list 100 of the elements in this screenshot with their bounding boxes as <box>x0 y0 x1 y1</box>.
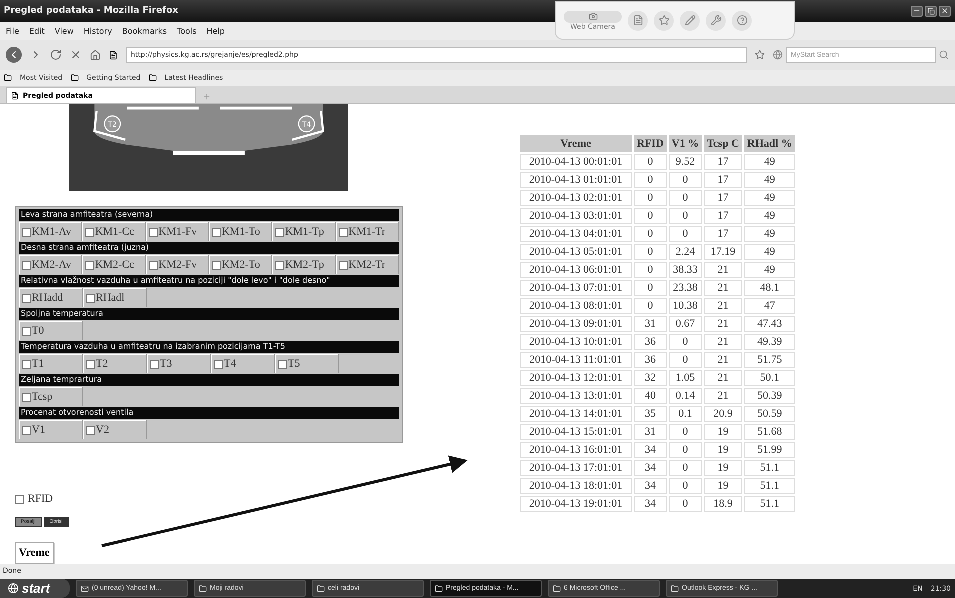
reload-icon[interactable] <box>50 49 62 61</box>
checkbox-option[interactable]: KM1-Fv <box>146 222 209 241</box>
checkbox[interactable] <box>22 326 31 336</box>
checkbox[interactable] <box>22 260 31 270</box>
checkbox-option[interactable]: KM2-Cc <box>82 255 146 274</box>
table-cell: 18.9 <box>704 496 742 512</box>
checkbox-option[interactable]: KM2-Fv <box>146 255 209 274</box>
rfid-option[interactable]: RFID <box>15 493 54 505</box>
checkbox[interactable] <box>148 228 158 236</box>
table-cell: 0 <box>634 208 667 224</box>
checkbox-option[interactable]: T1 <box>19 354 83 373</box>
menu-item[interactable]: File <box>6 26 20 36</box>
wrench-button[interactable] <box>706 10 726 30</box>
pencil-icon[interactable] <box>684 15 696 26</box>
mail-icon[interactable] <box>81 584 89 592</box>
checkbox-option[interactable]: T0 <box>19 321 83 340</box>
table-cell: 51.1 <box>744 478 796 494</box>
checkbox[interactable] <box>22 294 31 302</box>
checkbox-option[interactable]: KM1-To <box>208 222 272 241</box>
help-icon[interactable] <box>736 15 748 26</box>
stop-icon[interactable] <box>70 49 82 61</box>
table-cell: 2010-04-13 03:01:01 <box>520 208 632 224</box>
sort-button[interactable]: Vreme <box>15 542 54 564</box>
checkbox[interactable] <box>278 360 287 368</box>
table-cell: 34 <box>634 442 667 458</box>
table-cell: 51.99 <box>744 442 796 458</box>
checkbox[interactable] <box>86 360 95 368</box>
checkbox[interactable] <box>85 260 94 270</box>
menu-item[interactable]: Edit <box>29 26 45 36</box>
checkbox-option[interactable]: RHadd <box>19 288 83 307</box>
table-cell: 0 <box>668 226 702 242</box>
document-button[interactable] <box>628 10 648 30</box>
pencil-button[interactable] <box>680 10 700 30</box>
checkbox-option[interactable]: V2 <box>83 420 147 439</box>
checkbox-option[interactable]: KM1-Cc <box>82 222 146 241</box>
checkbox[interactable] <box>338 260 348 270</box>
restore-button[interactable] <box>925 6 937 16</box>
checkbox-option[interactable]: V1 <box>19 420 83 439</box>
table-cell: 0 <box>634 172 667 188</box>
star-icon[interactable] <box>755 50 765 60</box>
checkbox-option[interactable]: RHadl <box>83 288 147 307</box>
checkbox[interactable] <box>212 260 221 270</box>
checkbox-option[interactable]: T5 <box>275 354 339 373</box>
checkbox-option[interactable]: KM2-Tr <box>336 255 399 274</box>
checkbox[interactable] <box>338 228 348 236</box>
star-icon[interactable] <box>658 15 670 26</box>
checkbox-option[interactable]: KM2-Av <box>19 255 82 274</box>
restore-icon[interactable] <box>928 8 934 14</box>
help-button[interactable] <box>732 10 752 30</box>
checkbox-option[interactable]: KM1-Tp <box>272 222 336 241</box>
menu-item[interactable]: Bookmarks <box>122 26 168 36</box>
checkbox-option[interactable]: KM2-To <box>208 255 272 274</box>
checkbox[interactable] <box>275 228 284 236</box>
checkbox[interactable] <box>275 260 284 270</box>
table-cell: 2010-04-13 07:01:01 <box>520 280 632 296</box>
folder-icon[interactable] <box>199 584 207 592</box>
checkbox[interactable] <box>22 360 31 368</box>
home-icon[interactable] <box>90 50 101 60</box>
checkbox-option[interactable]: Tcsp <box>19 387 83 406</box>
star-button[interactable] <box>654 10 674 30</box>
checkbox[interactable] <box>86 294 95 302</box>
menu-item[interactable]: Help <box>206 26 226 36</box>
table-cell: 2010-04-13 19:01:01 <box>520 496 632 512</box>
checkbox[interactable] <box>86 426 95 434</box>
checkbox-option[interactable]: KM2-Tp <box>272 255 336 274</box>
checkbox[interactable] <box>15 494 24 504</box>
checkbox-option[interactable]: T4 <box>211 354 275 373</box>
table-cell: 19 <box>704 460 742 476</box>
folder-icon <box>4 74 12 82</box>
section-header: Desna strana amfiteatra (juzna) <box>19 242 399 254</box>
checkbox[interactable] <box>85 228 94 236</box>
menu-item[interactable]: History <box>84 26 112 36</box>
start-button[interactable]: start <box>0 579 70 598</box>
checkbox-option[interactable]: T3 <box>147 354 211 373</box>
checkbox[interactable] <box>148 260 158 270</box>
checkbox[interactable] <box>214 360 223 368</box>
folder-icon[interactable] <box>671 584 679 592</box>
checkbox[interactable] <box>22 392 31 402</box>
folder-icon[interactable] <box>435 584 443 592</box>
checkbox[interactable] <box>212 228 221 236</box>
checkbox-option[interactable]: KM1-Tr <box>336 222 399 241</box>
search-icon[interactable] <box>939 50 949 60</box>
table-cell: 2010-04-13 09:01:01 <box>520 316 632 332</box>
table-cell: 17 <box>704 172 742 188</box>
camera-button[interactable] <box>564 10 622 22</box>
checkbox[interactable] <box>22 228 31 236</box>
table-cell: 51.68 <box>744 424 796 440</box>
checkbox[interactable] <box>150 360 159 368</box>
camera-icon[interactable] <box>588 12 598 21</box>
wrench-icon[interactable] <box>710 15 722 26</box>
document-icon[interactable] <box>632 15 644 26</box>
table-cell: 21 <box>704 334 742 350</box>
checkbox[interactable] <box>22 426 31 434</box>
checkbox-option[interactable]: KM1-Av <box>19 222 82 241</box>
search-engine-icon[interactable] <box>773 50 783 60</box>
menu-item[interactable]: Tools <box>177 26 197 36</box>
menu-item[interactable]: View <box>54 26 74 36</box>
folder-icon[interactable] <box>317 584 325 592</box>
checkbox-option[interactable]: T2 <box>83 354 147 373</box>
folder-icon[interactable] <box>553 584 561 592</box>
